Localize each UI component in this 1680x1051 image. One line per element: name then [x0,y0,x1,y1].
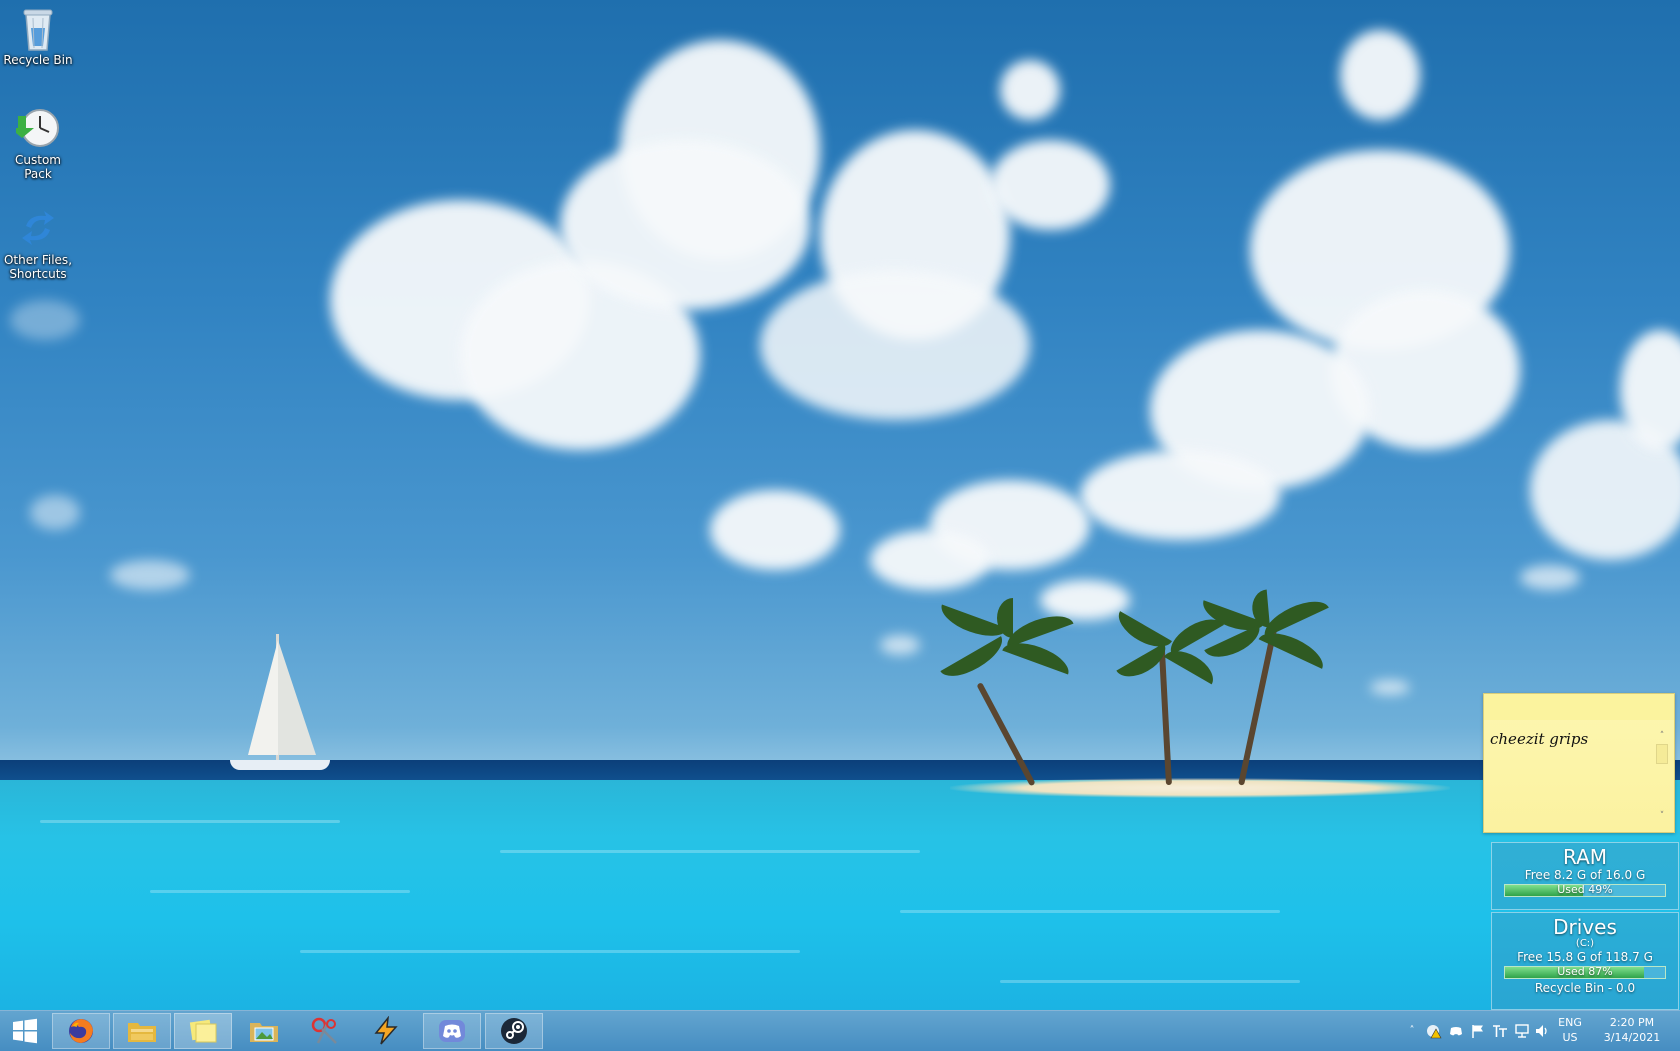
cloud [110,560,190,590]
taskbar-discord[interactable] [423,1013,481,1049]
discord-icon [439,1020,465,1042]
sailboat-sail [248,640,278,755]
taskbar-snipping-tool[interactable] [296,1013,354,1049]
taskbar-steam[interactable] [485,1013,543,1049]
cloud [1520,565,1580,590]
wave [1000,980,1300,983]
firefox-icon [69,1019,93,1043]
tray-network-icon[interactable] [1514,1023,1530,1039]
cloud [1000,60,1060,120]
recycle-bin-size-text: Recycle Bin - 0.0 [1534,981,1636,995]
wave [40,820,340,823]
desktop-icon-label: Recycle Bin [3,53,73,67]
cloud [10,300,80,340]
start-button[interactable] [0,1013,50,1049]
sticky-note-header[interactable] [1484,694,1674,720]
cloud [1040,580,1130,620]
wave [500,850,920,853]
palm-frond [940,636,1009,685]
sync-arrows-icon [16,206,60,250]
scroll-down-arrow[interactable]: ˅ [1656,810,1668,822]
wave [900,910,1280,913]
taskbar-clock[interactable]: 2:20 PM 3/14/2021 [1590,1015,1674,1045]
sticky-note-text[interactable]: cheezit grips [1490,730,1588,748]
ram-used-text: Used 49% [1557,883,1613,896]
language-code: ENG [1558,1016,1582,1029]
clock-date: 3/14/2021 [1603,1031,1661,1044]
desktop-icon-label: Other Files, Shortcuts [3,253,73,281]
sticky-note[interactable]: cheezit grips ˄ ˅ [1483,693,1675,833]
desktop-icon-recycle-bin[interactable]: Recycle Bin [0,6,76,67]
drives-gadget[interactable]: Drives (C:) Free 15.8 G of 118.7 G Used … [1491,912,1679,1010]
clock-download-icon [10,106,60,150]
desktop-icon-label: Custom Pack [15,153,61,181]
taskbar-firefox[interactable] [52,1013,110,1049]
tray-warning-icon[interactable] [1426,1023,1442,1039]
tray-font-icon[interactable] [1492,1023,1508,1039]
drives-usage-bar: Used 87% [1504,965,1666,979]
cloud [1080,450,1280,540]
winamp-icon [374,1016,398,1045]
cloud [880,635,920,655]
cloud [710,490,840,570]
desktop-wallpaper: Recycle Bin Custom Pack Other Files, Sho… [0,0,1680,1010]
system-tray: ˄ ENG US 2:20 PM 3/14/2021 [1380,1011,1680,1051]
cloud [1370,680,1410,695]
drives-free-text: Free 15.8 G of 118.7 G [1517,950,1653,964]
cloud [760,270,1030,420]
cloud [560,140,810,310]
ram-title: RAM [1562,845,1608,869]
taskbar-file-explorer[interactable] [113,1013,171,1049]
ram-free-text: Free 8.2 G of 16.0 G [1524,868,1646,882]
sand-island [950,778,1450,798]
sea [0,780,1680,1010]
windows-logo-icon [13,1018,37,1044]
taskbar-pictures[interactable] [235,1013,293,1049]
tray-overflow-chevron-icon[interactable]: ˄ [1404,1023,1420,1039]
sailboat-hull [230,760,330,770]
tray-volume-icon[interactable] [1534,1023,1550,1039]
cloud [870,530,990,590]
cloud [990,140,1110,230]
steam-icon [501,1018,527,1044]
drive-letter: (C:) [1575,938,1595,949]
wave [300,950,800,953]
cloud [30,495,80,530]
wave [150,890,410,893]
desktop-icon-other-files[interactable]: Other Files, Shortcuts [0,206,76,281]
sticky-note-scrollbar[interactable]: ˄ ˅ [1656,730,1668,821]
ram-usage-bar: Used 49% [1504,883,1666,897]
scroll-thumb[interactable] [1656,744,1668,764]
tray-discord-icon[interactable] [1448,1023,1464,1039]
desktop-icon-custom-pack[interactable]: Custom Pack [0,106,76,181]
drives-title: Drives [1553,915,1617,939]
scroll-up-arrow[interactable]: ˄ [1656,730,1668,742]
ram-gadget[interactable]: RAM Free 8.2 G of 16.0 G Used 49% [1491,842,1679,910]
drives-used-text: Used 87% [1557,965,1613,978]
sailboat-sail [278,640,316,755]
taskbar: ˄ ENG US 2:20 PM 3/14/2021 [0,1010,1680,1051]
language-region: US [1562,1031,1578,1044]
folder-icon [128,1023,156,1042]
language-indicator[interactable]: ENG US [1550,1015,1590,1045]
tray-flag-icon[interactable] [1470,1023,1486,1039]
recycle-bin-icon [16,6,60,51]
clock-time: 2:20 PM [1609,1016,1655,1029]
scissors-icon [311,1017,337,1044]
taskbar-winamp[interactable] [357,1013,415,1049]
pictures-folder-icon [250,1023,278,1042]
sticky-notes-icon [189,1019,217,1043]
palm-frond [1258,593,1329,638]
taskbar-sticky-notes[interactable] [174,1013,232,1049]
cloud [1340,30,1420,120]
